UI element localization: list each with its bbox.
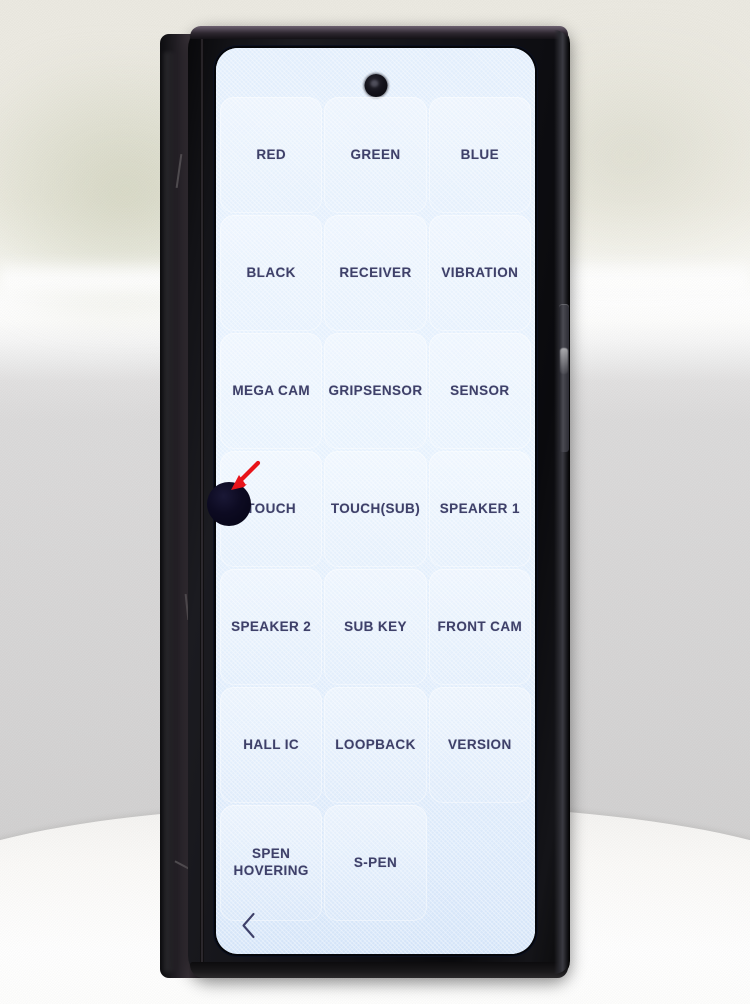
grid-cell-label: GREEN xyxy=(350,146,401,162)
chevron-left-icon xyxy=(242,912,255,938)
grid-cell-label: LOOPBACK xyxy=(335,736,416,752)
grid-cell-label: RED xyxy=(256,146,287,162)
grid-cell-label: RECEIVER xyxy=(339,264,412,280)
grid-cell-speaker-2[interactable]: SPEAKER 2 xyxy=(220,569,323,685)
grid-cell-touch-sub[interactable]: TOUCH(SUB) xyxy=(324,451,427,567)
grid-cell-label: BLUE xyxy=(460,146,499,162)
grid-cell-blue[interactable]: BLUE xyxy=(428,97,531,213)
grid-cell-label: VIBRATION xyxy=(441,264,519,280)
spine-highlight xyxy=(164,52,176,972)
bottom-navigation-bar xyxy=(216,896,535,954)
grid-cell-hall-ic[interactable]: HALL IC xyxy=(220,687,323,803)
device-bottom-bevel xyxy=(190,962,568,978)
grid-cell-loopback[interactable]: LOOPBACK xyxy=(324,687,427,803)
grid-cell-label: SUB KEY xyxy=(344,618,407,634)
grid-cell-label: SPEAKER 2 xyxy=(231,618,312,634)
grid-cell-label: SPEAKER 1 xyxy=(439,500,520,516)
grid-cell-touch[interactable]: TOUCH xyxy=(220,451,323,567)
front-camera-icon xyxy=(364,74,387,97)
smartphone-device: RED GREEN BLUE BLACK RECEIVER VIBRATION MEGA C… xyxy=(160,26,570,978)
grid-cell-gripsensor[interactable]: GRIPSENSOR xyxy=(324,333,427,449)
grid-cell-front-cam[interactable]: FRONT CAM xyxy=(428,569,531,685)
back-button[interactable] xyxy=(240,912,257,939)
grid-cell-green[interactable]: GREEN xyxy=(324,97,427,213)
device-right-edge xyxy=(554,30,570,974)
fold-seam xyxy=(200,38,204,974)
grid-cell-label: TOUCH xyxy=(246,500,297,516)
grid-cell-vibration[interactable]: VIBRATION xyxy=(428,215,531,331)
grid-cell-red[interactable]: RED xyxy=(220,97,323,213)
grid-cell-version[interactable]: VERSION xyxy=(428,687,531,803)
grid-cell-label: TOUCH(SUB) xyxy=(330,500,421,516)
grid-cell-label: HALL IC xyxy=(243,736,300,752)
grid-cell-receiver[interactable]: RECEIVER xyxy=(324,215,427,331)
grid-cell-label: VERSION xyxy=(448,736,512,752)
grid-cell-label: FRONT CAM xyxy=(437,618,523,634)
grid-cell-black[interactable]: BLACK xyxy=(220,215,323,331)
grid-cell-label: BLACK xyxy=(246,264,296,280)
grid-cell-sensor[interactable]: SENSOR xyxy=(428,333,531,449)
cover-screen: RED GREEN BLUE BLACK RECEIVER VIBRATION MEGA C… xyxy=(216,48,535,954)
spine-scratch xyxy=(175,154,183,188)
grid-cell-sub-key[interactable]: SUB KEY xyxy=(324,569,427,685)
grid-cell-label: S-PEN xyxy=(353,854,398,870)
grid-cell-label: SPEN HOVERING xyxy=(233,846,309,878)
grid-cell-label: SENSOR xyxy=(450,382,510,398)
hardware-test-grid: RED GREEN BLUE BLACK RECEIVER VIBRATION MEGA C… xyxy=(216,96,535,922)
grid-cell-label: MEGA CAM xyxy=(232,382,311,398)
power-button-highlight xyxy=(560,348,568,374)
grid-cell-speaker-1[interactable]: SPEAKER 1 xyxy=(428,451,531,567)
grid-cell-label: GRIPSENSOR xyxy=(328,382,423,398)
device-top-bevel xyxy=(190,26,568,39)
power-button[interactable] xyxy=(559,304,569,452)
grid-cell-mega-cam[interactable]: MEGA CAM xyxy=(220,333,323,449)
